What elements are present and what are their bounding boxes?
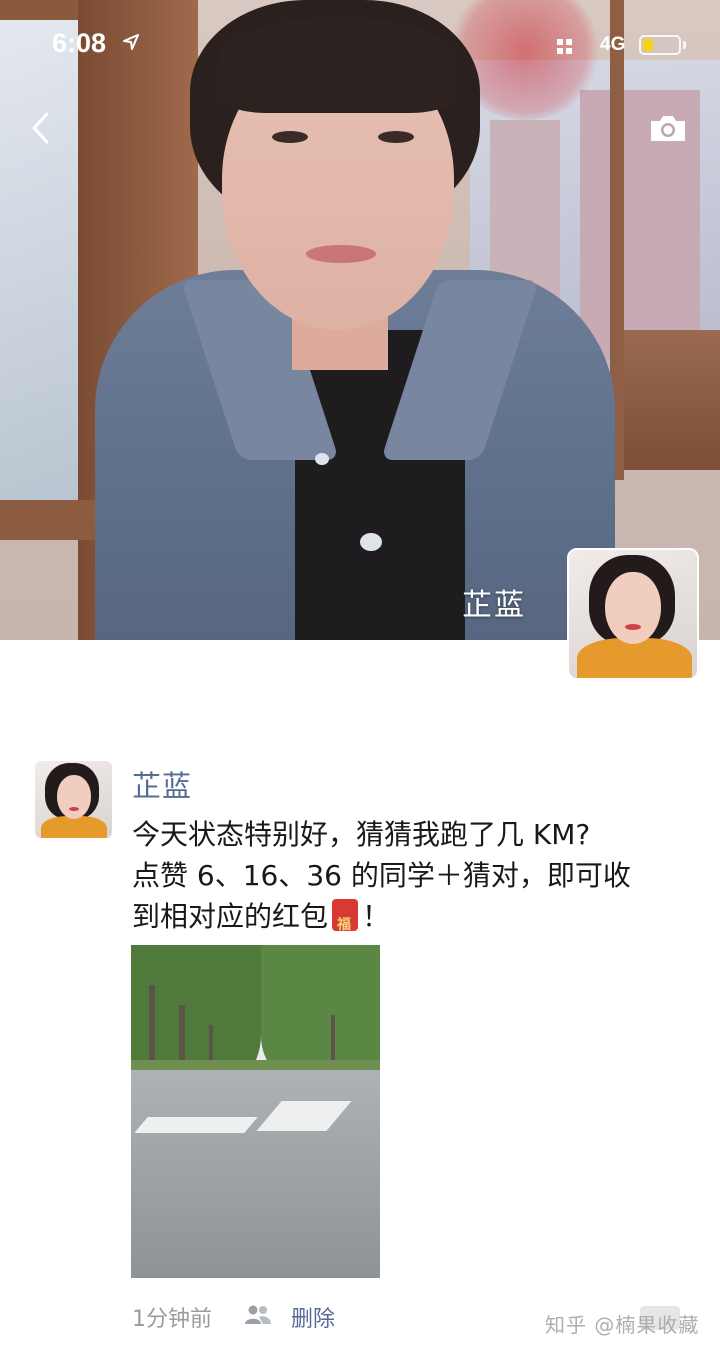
status-time: 6:08: [52, 28, 107, 58]
jacket-button: [315, 453, 329, 465]
avatar-face: [57, 775, 91, 819]
cover-photo[interactable]: 6:08 4G 芷蓝: [0, 0, 720, 640]
location-arrow-icon: [123, 34, 139, 50]
post-author-avatar[interactable]: [35, 761, 112, 838]
window-glass-left: [0, 0, 80, 520]
post-text-line: 点赞 6、16、36 的同学＋猜对，即可收: [132, 859, 631, 892]
red-envelope-icon: [332, 899, 359, 946]
avatar-lips: [69, 807, 79, 811]
jacket-button: [360, 533, 382, 551]
chevron-left-icon[interactable]: [28, 110, 52, 146]
post-text: 今天状态特别好，猜猜我跑了几 KM? 点赞 6、16、36 的同学＋猜对，即可收…: [132, 814, 692, 946]
network-type: 4G: [600, 34, 626, 55]
window-frame-right: [620, 330, 720, 470]
profile-avatar[interactable]: [567, 548, 699, 680]
photo-crosswalk-stripe: [134, 1117, 258, 1133]
avatar-shirt: [577, 638, 692, 678]
camera-icon[interactable]: [648, 112, 688, 144]
post-timestamp: 1分钟前: [132, 1307, 212, 1332]
post-text-segment: ！: [362, 900, 391, 933]
cover-username: 芷蓝: [462, 588, 526, 623]
fringe: [218, 18, 458, 113]
eye-right: [378, 131, 414, 143]
post-text-segment: 到相对应的红包: [132, 900, 329, 933]
lips: [306, 245, 376, 263]
signal-dots-icon: [557, 39, 572, 54]
delete-button[interactable]: 删除: [291, 1301, 335, 1333]
avatar-face: [605, 572, 661, 644]
battery-tip: [683, 41, 686, 49]
avatar-lips: [625, 624, 641, 630]
post-author-name[interactable]: 芷蓝: [132, 763, 192, 805]
post-text-line: 今天状态特别好，猜猜我跑了几 KM?: [132, 818, 591, 851]
battery-icon: [639, 35, 681, 55]
avatar-shirt: [41, 816, 107, 838]
post-text-line: 到相对应的红包 ！: [132, 896, 692, 946]
friends-visibility-icon[interactable]: [244, 1304, 272, 1326]
post-photo[interactable]: [131, 945, 380, 1278]
battery-level: [643, 39, 653, 51]
watermark: 知乎 @楠果收藏: [545, 1313, 700, 1337]
eye-left: [272, 131, 308, 143]
